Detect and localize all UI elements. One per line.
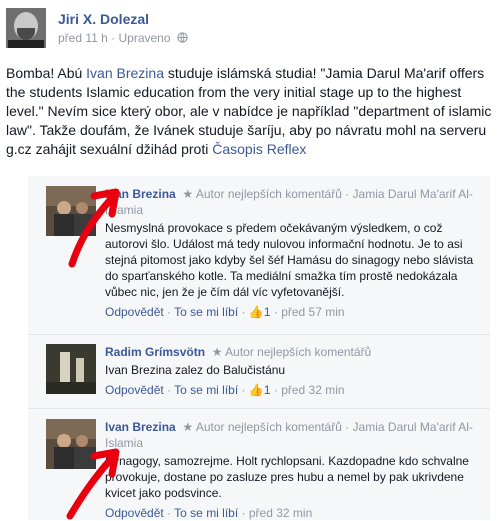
comment-time[interactable]: před 32 min (249, 506, 312, 520)
comment-body: Ivan Brezina ★ Autor nejlepších komentář… (105, 419, 485, 521)
like-link[interactable]: To se mi líbí (174, 383, 238, 397)
star-icon: ★ (208, 345, 223, 359)
like-link[interactable]: To se mi líbí (174, 506, 238, 520)
comment-time[interactable]: před 32 min (281, 383, 344, 397)
comment-actions: Odpovědět · To se mi líbí · 👍1 · před 57… (105, 305, 345, 319)
annotation-arrow (68, 188, 120, 268)
post-header: Jiri X. Dolezal před 11 h · Upraveno (6, 8, 486, 52)
comment-body: Radim Grímsvötn ★ Autor nejlepších komen… (105, 344, 485, 398)
post-body: Bomba! Abú Ivan Brezina studuje islámská… (6, 65, 492, 157)
comment-text: Nesmyslná provokace s předem očekávaným … (105, 221, 474, 299)
comment-text: Synagogy, samozrejme. Holt rychlopsani. … (105, 454, 469, 500)
comment-actions: Odpovědět · To se mi líbí · 👍1 · před 32… (105, 383, 345, 397)
star-icon: ★ (179, 420, 194, 434)
comment-actions: Odpovědět · To se mi líbí · před 32 min (105, 506, 313, 520)
like-count[interactable]: 1 (264, 383, 271, 397)
comment-text: Ivan Brezina zalez do Balučistánu (105, 363, 286, 377)
reply-link[interactable]: Odpovědět (105, 383, 164, 397)
commenter-badge: Autor nejlepších komentářů (225, 345, 372, 359)
commenter-avatar[interactable] (46, 344, 96, 394)
comment-body: Ivan Brezina ★ Autor nejlepších komentář… (105, 186, 485, 320)
post-meta: před 11 h · Upraveno (58, 31, 188, 45)
commenter-name[interactable]: Ivan Brezina (105, 420, 176, 434)
post-timestamp[interactable]: před 11 h · Upraveno (58, 31, 171, 45)
divider (28, 334, 490, 335)
post-author-name[interactable]: Jiri X. Dolezal (58, 11, 149, 27)
thumbs-up-icon[interactable]: 👍 (249, 383, 264, 397)
divider (28, 408, 490, 409)
like-link[interactable]: To se mi líbí (174, 305, 238, 319)
mention-link-reflex[interactable]: Časopis Reflex (212, 141, 306, 157)
author-avatar[interactable] (6, 8, 46, 48)
star-icon: ★ (179, 187, 194, 201)
annotation-arrow (66, 448, 120, 520)
commenter-name[interactable]: Radim Grímsvötn (105, 345, 205, 359)
reply-link[interactable]: Odpovědět (105, 305, 164, 319)
thumbs-up-icon[interactable]: 👍 (249, 305, 264, 319)
mention-link-ivan[interactable]: Ivan Brezina (86, 65, 164, 81)
globe-icon (177, 32, 188, 43)
like-count[interactable]: 1 (264, 305, 271, 319)
comment-time[interactable]: před 57 min (281, 305, 344, 319)
